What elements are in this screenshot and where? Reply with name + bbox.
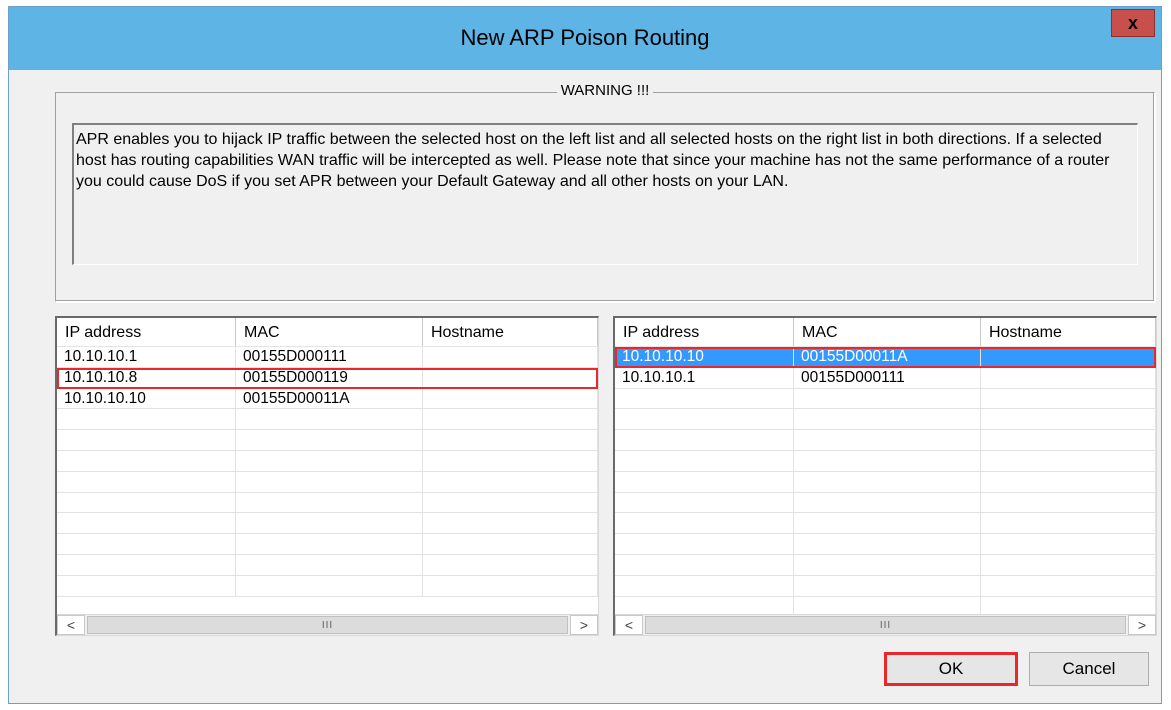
scroll-thumb[interactable]: III [87, 616, 568, 634]
warning-legend-text: WARNING !!! [556, 82, 654, 99]
column-hostname[interactable]: Hostname [423, 318, 598, 346]
column-hostname[interactable]: Hostname [981, 318, 1156, 346]
mac-cell: 00155D000111 [236, 347, 423, 367]
dialog-title: New ARP Poison Routing [460, 25, 710, 50]
ip-cell: 10.10.10.8 [57, 367, 236, 388]
title-bar: New ARP Poison Routing x [9, 7, 1161, 70]
grip-icon: III [321, 619, 334, 631]
table-row-highlighted[interactable]: 10.10.10.8 00155D000119 [57, 367, 598, 389]
column-mac[interactable]: MAC [236, 318, 423, 346]
close-icon: x [1127, 12, 1138, 33]
column-ip-address[interactable]: IP address [57, 318, 236, 346]
column-ip-address[interactable]: IP address [615, 318, 794, 346]
empty-row [615, 492, 1156, 514]
close-button[interactable]: x [1111, 9, 1155, 37]
scroll-left-icon[interactable]: < [615, 615, 643, 635]
cancel-button[interactable]: Cancel [1029, 652, 1149, 686]
left-host-list[interactable]: IP address MAC Hostname 10.10.10.1 00155… [55, 316, 599, 636]
empty-row [615, 554, 1156, 576]
horizontal-scrollbar[interactable]: < III > [57, 614, 598, 635]
grip-icon: III [879, 619, 892, 631]
mac-cell: 00155D00011A [794, 347, 981, 367]
table-row[interactable]: 10.10.10.10 00155D00011A [57, 388, 598, 410]
empty-row [615, 388, 1156, 410]
empty-row [57, 450, 598, 472]
empty-row [615, 430, 1156, 451]
empty-row [57, 575, 598, 597]
empty-row [615, 471, 1156, 493]
left-list-rows: 10.10.10.1 00155D000111 10.10.10.8 00155… [57, 347, 598, 617]
arp-routing-dialog: New ARP Poison Routing x WARNING !!! APR… [8, 6, 1162, 704]
mac-cell: 00155D000119 [236, 367, 423, 388]
list-header: IP address MAC Hostname [57, 318, 598, 347]
scroll-left-icon[interactable]: < [57, 615, 85, 635]
empty-row [57, 430, 598, 451]
scroll-thumb[interactable]: III [645, 616, 1126, 634]
ip-cell: 10.10.10.10 [615, 347, 794, 367]
empty-row [615, 513, 1156, 535]
dialog-body: WARNING !!! APR enables you to hijack IP… [43, 70, 1161, 692]
empty-row [57, 471, 598, 493]
empty-row [615, 534, 1156, 555]
right-list-rows: 10.10.10.10 00155D00011A 10.10.10.1 0015… [615, 347, 1156, 618]
column-mac[interactable]: MAC [794, 318, 981, 346]
table-row[interactable]: 10.10.10.1 00155D000111 [615, 367, 1156, 389]
hostname-cell [981, 347, 1156, 367]
mac-cell: 00155D000111 [794, 367, 981, 388]
empty-row [57, 554, 598, 576]
ip-cell: 10.10.10.1 [57, 347, 236, 367]
warning-groupbox: WARNING !!! APR enables you to hijack IP… [55, 82, 1155, 302]
hostname-cell [423, 347, 598, 367]
empty-row [57, 513, 598, 535]
warning-text: APR enables you to hijack IP traffic bet… [72, 123, 1138, 265]
empty-row [57, 409, 598, 431]
ip-cell: 10.10.10.1 [615, 367, 794, 388]
mac-cell: 00155D00011A [236, 388, 423, 409]
hostname-cell [423, 367, 598, 388]
table-row[interactable]: 10.10.10.1 00155D000111 [57, 347, 598, 368]
empty-row [615, 450, 1156, 472]
empty-row [615, 575, 1156, 597]
table-row-selected[interactable]: 10.10.10.10 00155D00011A [615, 347, 1156, 368]
ip-cell: 10.10.10.10 [57, 388, 236, 409]
empty-row [57, 534, 598, 555]
list-header: IP address MAC Hostname [615, 318, 1156, 347]
horizontal-scrollbar[interactable]: < III > [615, 614, 1156, 635]
scroll-right-icon[interactable]: > [570, 615, 598, 635]
right-host-list[interactable]: IP address MAC Hostname 10.10.10.10 0015… [613, 316, 1157, 636]
empty-row [57, 492, 598, 514]
scroll-right-icon[interactable]: > [1128, 615, 1156, 635]
warning-legend: WARNING !!! [56, 82, 1154, 100]
empty-row [615, 409, 1156, 431]
hostname-cell [423, 388, 598, 409]
hostname-cell [981, 367, 1156, 388]
ok-button[interactable]: OK [884, 652, 1018, 686]
